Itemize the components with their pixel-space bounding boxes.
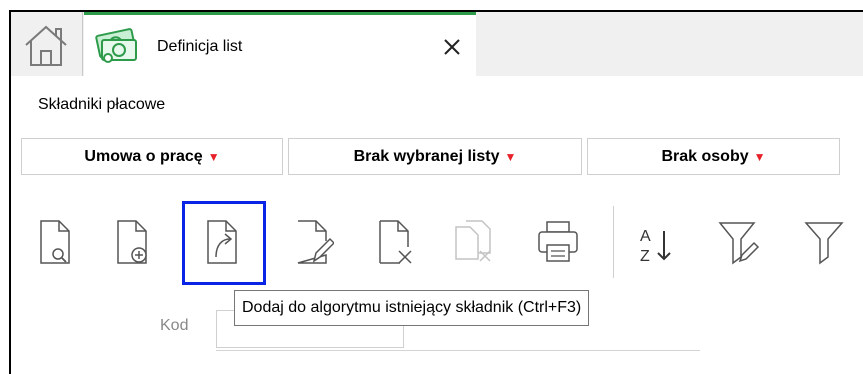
- print-button[interactable]: [536, 203, 580, 279]
- tab-home[interactable]: [11, 12, 83, 76]
- kod-label: Kod: [160, 317, 189, 334]
- svg-text:Z: Z: [640, 248, 650, 265]
- toolbar-separator: [613, 206, 614, 278]
- preview-button[interactable]: [33, 203, 77, 279]
- add-button[interactable]: [110, 203, 154, 279]
- dropdown-lista[interactable]: Brak wybranej listy ▼: [288, 138, 582, 175]
- dropdown-label: Brak wybranej listy: [353, 147, 500, 165]
- section-title: Składniki płacowe: [38, 96, 166, 113]
- focus-highlight: [182, 201, 266, 285]
- filter-icon: [804, 222, 844, 265]
- field-underline: [216, 350, 700, 351]
- tab-definicja-list[interactable]: Definicja list: [84, 12, 476, 76]
- edit-button[interactable]: [290, 203, 334, 279]
- close-icon[interactable]: [438, 30, 466, 62]
- dropdown-label: Brak osoby: [661, 147, 749, 165]
- copy-button[interactable]: [452, 203, 496, 279]
- dropdown-label: Umowa o pracę: [84, 147, 203, 165]
- filter-edit-button[interactable]: [716, 203, 760, 279]
- home-icon: [25, 25, 67, 66]
- tab-title: Definicja list: [157, 38, 243, 55]
- dropdown-umowa[interactable]: Umowa o pracę ▼: [21, 138, 283, 175]
- svg-text:A: A: [640, 228, 651, 245]
- delete-document-icon: [379, 220, 412, 264]
- money-icon: [95, 28, 137, 63]
- print-icon: [538, 221, 578, 262]
- window-border-top: [9, 10, 863, 12]
- dropdown-osoba[interactable]: Brak osoby ▼: [587, 138, 840, 175]
- edit-document-icon: [297, 220, 334, 264]
- delete-button[interactable]: [372, 203, 416, 279]
- caret-down-icon: ▼: [207, 149, 220, 164]
- sort-button[interactable]: A Z: [634, 203, 678, 279]
- add-document-icon: [117, 220, 147, 264]
- filter-edit-icon: [718, 222, 760, 265]
- filter-button[interactable]: [802, 203, 846, 279]
- caret-down-icon: ▼: [504, 149, 517, 164]
- sort-az-icon: A Z: [640, 228, 671, 265]
- copy-document-icon: [455, 220, 491, 262]
- preview-document-icon: [40, 220, 70, 264]
- tooltip: Dodaj do algorytmu istniejący składnik (…: [234, 290, 590, 326]
- caret-down-icon: ▼: [753, 149, 766, 164]
